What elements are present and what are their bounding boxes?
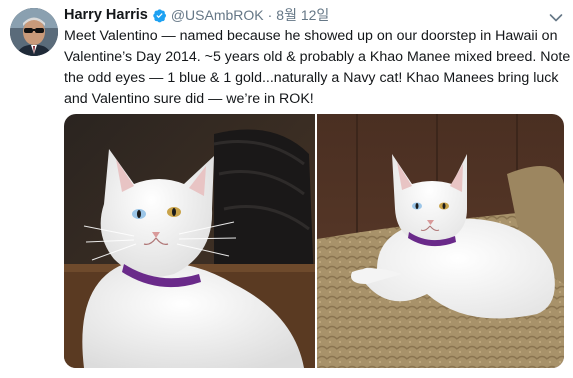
tweet: Harry Harris @USAmbROK · 8월 12일 Meet Val…	[0, 0, 573, 378]
separator-dot: ·	[267, 7, 273, 23]
tweet-text-line: and Valentino sure did — we’re in ROK!	[64, 91, 314, 107]
handle[interactable]: @USAmbROK	[171, 7, 264, 23]
tweet-text-line: Valentine’s Day 2014. ~5 years old & pro…	[64, 49, 571, 65]
tweet-text: Meet Valentino — named because he showed…	[64, 26, 570, 110]
tweet-header: Harry Harris @USAmbROK · 8월 12일	[64, 6, 329, 24]
tweet-text-line: the odd eyes — 1 blue & 1 gold...natural…	[64, 70, 559, 86]
photo-cat-left[interactable]	[64, 114, 315, 368]
avatar[interactable]	[10, 8, 58, 56]
tweet-text-line: Meet Valentino — named because he showed…	[64, 28, 558, 44]
media-grid	[64, 114, 564, 368]
chevron-down-icon[interactable]	[549, 10, 563, 22]
avatar-image	[10, 8, 58, 56]
verified-badge-icon	[152, 8, 167, 23]
display-name[interactable]: Harry Harris	[64, 7, 148, 23]
timestamp[interactable]: 8월 12일	[276, 5, 329, 25]
photo-cat-right[interactable]	[317, 114, 564, 368]
